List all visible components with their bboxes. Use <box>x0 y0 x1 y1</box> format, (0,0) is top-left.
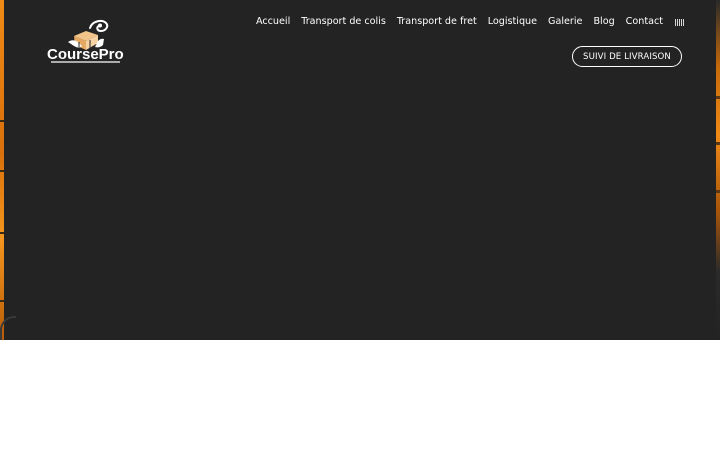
nav-item-transport-de-colis[interactable]: Transport de colis <box>301 16 386 28</box>
brand-logo[interactable]: CoursePro <box>46 18 128 64</box>
delivery-tracking-button[interactable]: SUIVI DE LIVRAISON <box>572 46 682 67</box>
courier-handshake-icon: CoursePro <box>47 19 124 63</box>
nav-item-blog[interactable]: Blog <box>593 16 614 28</box>
barcode-menu-icon[interactable] <box>675 18 684 26</box>
hero-right-edge-image <box>716 0 720 340</box>
main-nav: Accueil Transport de colis Transport de … <box>256 16 684 28</box>
hero-section: CoursePro Accueil Transport de colis Tra… <box>0 0 720 340</box>
brand-logo-text: CoursePro <box>47 46 124 63</box>
hero-left-edge-image <box>0 0 4 340</box>
nav-item-logistique[interactable]: Logistique <box>488 16 537 28</box>
nav-item-accueil[interactable]: Accueil <box>256 16 290 28</box>
page-body <box>0 340 720 450</box>
nav-item-transport-de-fret[interactable]: Transport de fret <box>397 16 477 28</box>
nav-item-galerie[interactable]: Galerie <box>548 16 582 28</box>
nav-item-contact[interactable]: Contact <box>626 16 663 28</box>
